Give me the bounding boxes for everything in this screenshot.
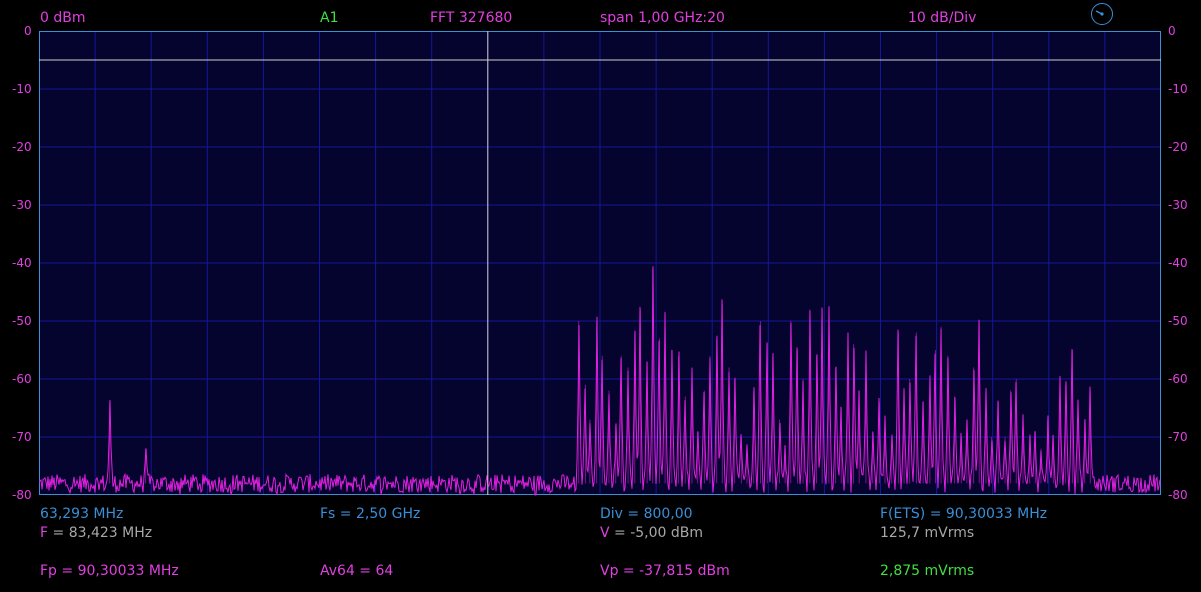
y-tick-label-left: -10 bbox=[12, 82, 32, 96]
channel-label[interactable]: A1 bbox=[320, 10, 338, 26]
rms-readout: 125,7 mVrms bbox=[880, 525, 975, 541]
peak-frequency: Fp = 90,30033 MHz bbox=[40, 563, 179, 579]
spectrum-display[interactable] bbox=[0, 0, 1201, 592]
fft-size[interactable]: FFT 327680 bbox=[430, 10, 512, 26]
frequency-readout: F = 83,423 MHz bbox=[40, 525, 152, 541]
y-tick-label-left: 0 bbox=[24, 24, 32, 38]
span-setting[interactable]: span 1,00 GHz:20 bbox=[600, 10, 725, 26]
y-tick-label-left: -30 bbox=[12, 198, 32, 212]
y-tick-label-left: -40 bbox=[12, 256, 32, 270]
voltage-label: V bbox=[600, 525, 610, 541]
y-tick-label-right: -10 bbox=[1168, 82, 1188, 96]
y-tick-label-left: -20 bbox=[12, 140, 32, 154]
cursor-frequency: 63,293 MHz bbox=[40, 506, 124, 522]
scale-setting[interactable]: 10 dB/Div bbox=[908, 10, 976, 26]
y-tick-label-right: -60 bbox=[1168, 372, 1188, 386]
frequency-label: F bbox=[40, 525, 49, 541]
y-tick-label-right: -80 bbox=[1168, 488, 1188, 502]
y-tick-label-right: -50 bbox=[1168, 314, 1188, 328]
frequency-value: = 83,423 MHz bbox=[48, 525, 153, 541]
dial-knob-icon[interactable] bbox=[1091, 3, 1113, 25]
reference-level: 0 dBm bbox=[40, 10, 86, 26]
averaging[interactable]: Av64 = 64 bbox=[320, 563, 393, 579]
y-tick-label-left: -80 bbox=[12, 488, 32, 502]
voltage-value: = -5,00 dBm bbox=[609, 525, 704, 541]
y-tick-label-right: -40 bbox=[1168, 256, 1188, 270]
peak-rms: 2,875 mVrms bbox=[880, 563, 975, 579]
voltage-readout: V = -5,00 dBm bbox=[600, 525, 703, 541]
sample-rate: Fs = 2,50 GHz bbox=[320, 506, 421, 522]
peak-voltage: Vp = -37,815 dBm bbox=[600, 563, 730, 579]
y-tick-label-left: -50 bbox=[12, 314, 32, 328]
y-tick-label-right: -30 bbox=[1168, 198, 1188, 212]
ets-frequency: F(ETS) = 90,30033 MHz bbox=[880, 506, 1048, 522]
y-tick-label-right: -70 bbox=[1168, 430, 1188, 444]
y-tick-label-left: -60 bbox=[12, 372, 32, 386]
divider-value: Div = 800,00 bbox=[600, 506, 693, 522]
y-tick-label-right: -20 bbox=[1168, 140, 1188, 154]
y-tick-label-left: -70 bbox=[12, 430, 32, 444]
y-tick-label-right: 0 bbox=[1168, 24, 1176, 38]
